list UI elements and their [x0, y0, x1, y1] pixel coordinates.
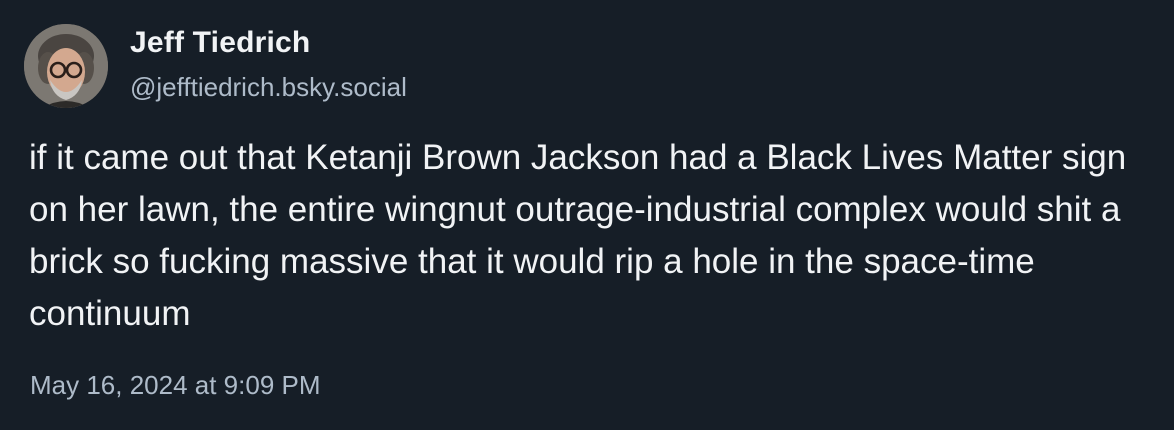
- author-display-name[interactable]: Jeff Tiedrich: [130, 26, 310, 60]
- profile-photo-icon: [24, 24, 108, 108]
- post-text: if it came out that Ketanji Brown Jackso…: [29, 138, 1127, 333]
- post-card: Jeff Tiedrich @jefftiedrich.bsky.social …: [0, 0, 1174, 430]
- post-timestamp[interactable]: May 16, 2024 at 9:09 PM: [30, 370, 321, 401]
- author-handle[interactable]: @jefftiedrich.bsky.social: [130, 72, 407, 103]
- avatar[interactable]: [24, 24, 108, 108]
